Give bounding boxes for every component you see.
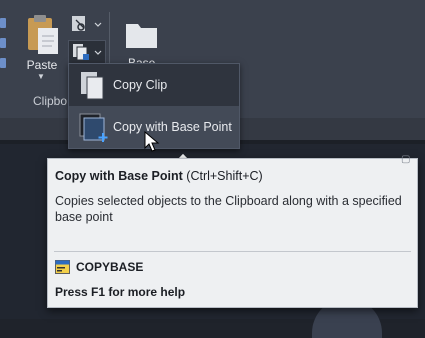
tooltip-command-name: COPYBASE	[76, 260, 144, 274]
mouse-pointer-icon	[144, 131, 160, 152]
block-base-icon	[126, 24, 157, 48]
panel-control-icon[interactable]: ▢	[401, 154, 410, 165]
tooltip-title-text: Copy with Base Point	[55, 169, 183, 183]
menu-item-label: Copy Clip	[113, 78, 168, 92]
tooltip: Copy with Base Point (Ctrl+Shift+C) Copi…	[47, 158, 418, 308]
copy-clip-icon	[73, 44, 102, 61]
cut-scissors-icon	[72, 16, 102, 31]
paste-button[interactable]: Paste ▼	[22, 14, 62, 81]
tooltip-divider	[54, 251, 411, 252]
tool-icon[interactable]	[0, 58, 6, 68]
tool-icon[interactable]	[0, 38, 6, 48]
tooltip-shortcut: (Ctrl+Shift+C)	[186, 169, 263, 183]
base-button[interactable]: Base	[122, 18, 164, 70]
tool-icon[interactable]	[0, 18, 6, 28]
menu-item-copy-clip[interactable]: Copy Clip	[69, 64, 239, 106]
tooltip-help-text: Press F1 for more help	[55, 285, 186, 299]
tooltip-description: Copies selected objects to the Clipboard…	[55, 194, 402, 224]
tooltip-title: Copy with Base Point (Ctrl+Shift+C)	[55, 169, 263, 183]
left-tool-strip	[0, 18, 8, 88]
chevron-down-icon[interactable]: ▼	[37, 72, 45, 81]
command-line-icon	[55, 260, 70, 274]
copy-base-point-icon	[79, 113, 108, 142]
cut-button[interactable]	[70, 14, 104, 36]
clipboard-paste-icon	[28, 15, 58, 54]
clipboard-panel-title: Clipbo	[33, 94, 68, 108]
paste-label: Paste	[26, 58, 58, 72]
menu-item-label: Copy with Base Point	[113, 120, 232, 134]
copy-clip-icon	[81, 72, 104, 100]
